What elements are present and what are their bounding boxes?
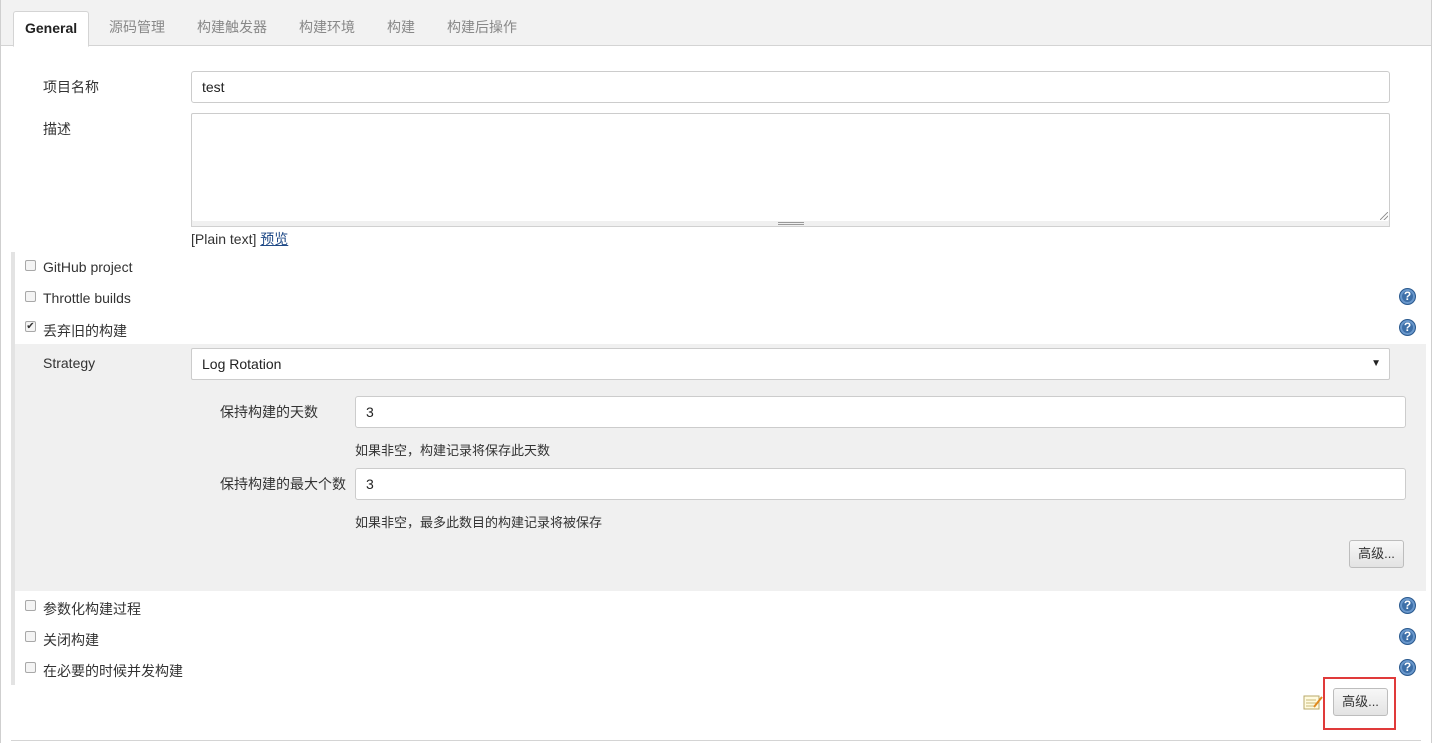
tab-build[interactable]: 构建: [376, 11, 426, 46]
concurrent-build-checkbox[interactable]: [25, 662, 36, 673]
days-to-keep-input[interactable]: 3: [355, 396, 1406, 428]
parameterized-help-icon[interactable]: ?: [1399, 597, 1416, 614]
disable-build-checkbox[interactable]: [25, 631, 36, 642]
max-builds-label: 保持构建的最大个数: [220, 476, 346, 492]
description-format: [Plain text] 预览: [191, 229, 288, 249]
dropdown-arrow-icon: ▼: [1371, 358, 1381, 369]
textarea-resize-bar[interactable]: [191, 221, 1390, 227]
textarea-resize-grip-icon[interactable]: [1380, 212, 1388, 220]
advanced-button[interactable]: 高级...: [1333, 688, 1388, 716]
parameterized-checkbox[interactable]: [25, 600, 36, 611]
days-to-keep-hint: 如果非空，构建记录将保存此天数: [355, 443, 551, 458]
notepad-edit-icon[interactable]: [1303, 693, 1323, 711]
plain-text-label: [Plain text]: [191, 231, 257, 247]
tab-post-build-actions[interactable]: 构建后操作: [436, 11, 528, 46]
discard-old-builds-checkbox[interactable]: ✔: [25, 321, 36, 332]
strategy-selected-value: Log Rotation: [202, 356, 282, 372]
preview-link[interactable]: 预览: [260, 231, 288, 247]
concurrent-build-help-icon[interactable]: ?: [1399, 659, 1416, 676]
tab-build-triggers[interactable]: 构建触发器: [186, 11, 278, 46]
project-name-input[interactable]: test: [191, 71, 1390, 103]
concurrent-build-label: 在必要的时候并发构建: [43, 663, 183, 679]
throttle-builds-checkbox[interactable]: [25, 291, 36, 302]
throttle-builds-label: Throttle builds: [43, 290, 131, 306]
description-label: 描述: [43, 121, 71, 137]
discard-old-builds-help-icon[interactable]: ?: [1399, 319, 1416, 336]
throttle-builds-help-icon[interactable]: ?: [1399, 288, 1416, 305]
strategy-select[interactable]: Log Rotation ▼: [191, 348, 1390, 380]
strategy-label: Strategy: [43, 355, 96, 371]
strategy-advanced-button[interactable]: 高级...: [1349, 540, 1404, 568]
github-project-checkbox[interactable]: [25, 260, 36, 271]
project-name-label: 项目名称: [43, 79, 99, 95]
disable-build-label: 关闭构建: [43, 632, 99, 648]
tab-source-control[interactable]: 源码管理: [98, 11, 176, 46]
disable-build-help-icon[interactable]: ?: [1399, 628, 1416, 645]
tab-bar: General 源码管理 构建触发器 构建环境 构建 构建后操作: [1, 0, 1431, 47]
description-textarea[interactable]: [191, 113, 1390, 222]
parameterized-label: 参数化构建过程: [43, 601, 141, 617]
github-project-label: GitHub project: [43, 259, 133, 275]
tab-general[interactable]: General: [13, 11, 90, 47]
discard-old-builds-label: 丢弃旧的构建: [43, 323, 127, 339]
max-builds-hint: 如果非空，最多此数目的构建记录将被保存: [355, 515, 603, 530]
tab-build-environment[interactable]: 构建环境: [288, 11, 366, 46]
max-builds-input[interactable]: 3: [355, 468, 1406, 500]
days-to-keep-label: 保持构建的天数: [220, 404, 318, 420]
bottom-divider: [11, 740, 1421, 741]
